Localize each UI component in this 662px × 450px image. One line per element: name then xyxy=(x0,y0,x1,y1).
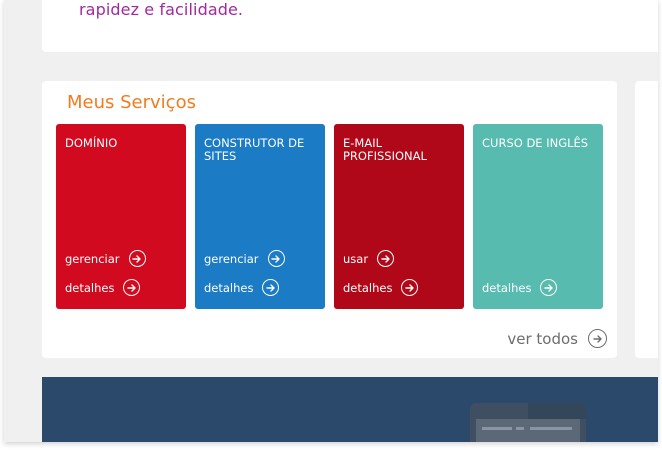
screen-line xyxy=(516,427,524,430)
details-link[interactable]: detalhes xyxy=(204,279,280,296)
arrow-right-circle-icon[interactable] xyxy=(540,279,558,296)
screen-line xyxy=(530,427,572,430)
see-all-link[interactable]: ver todos xyxy=(507,329,607,348)
arrow-right-circle-icon[interactable] xyxy=(267,250,285,267)
arrow-right-circle-icon[interactable] xyxy=(262,279,280,296)
intro-card: rapidez e facilidade. xyxy=(42,0,658,52)
service-tile-site-builder[interactable]: CONSTRUTOR DE SITES gerenciar detalhes xyxy=(195,124,325,309)
action-label: detalhes xyxy=(65,280,115,295)
action-label: detalhes xyxy=(482,280,532,295)
page-frame: rapidez e facilidade. Meus Serviços DOMÍ… xyxy=(4,0,658,442)
action-label: usar xyxy=(343,251,369,266)
manage-link[interactable]: gerenciar xyxy=(204,250,285,267)
laptop-illustration xyxy=(470,403,586,442)
details-link[interactable]: detalhes xyxy=(343,279,419,296)
manage-link[interactable]: gerenciar xyxy=(65,250,146,267)
services-title: Meus Serviços xyxy=(67,92,196,113)
service-tile-domain[interactable]: DOMÍNIO gerenciar detalhes xyxy=(56,124,186,309)
promo-banner xyxy=(42,377,658,442)
action-label: detalhes xyxy=(204,280,254,295)
arrow-right-circle-icon[interactable] xyxy=(123,279,141,296)
use-link[interactable]: usar xyxy=(343,250,395,267)
arrow-right-circle-icon[interactable] xyxy=(128,250,146,267)
details-link[interactable]: detalhes xyxy=(482,279,558,296)
arrow-right-circle-icon[interactable] xyxy=(401,279,419,296)
see-all-label: ver todos xyxy=(507,329,578,348)
tile-title: DOMÍNIO xyxy=(65,136,118,150)
details-link[interactable]: detalhes xyxy=(65,279,141,296)
service-tile-professional-email[interactable]: E-MAIL PROFISSIONAL usar detalhes xyxy=(334,124,464,309)
arrow-right-circle-icon[interactable] xyxy=(588,329,607,348)
service-tile-english-course[interactable]: CURSO DE INGLÊS detalhes xyxy=(473,124,603,309)
tile-title: CURSO DE INGLÊS xyxy=(482,136,589,150)
arrow-right-circle-icon[interactable] xyxy=(377,250,395,267)
services-panel: Meus Serviços DOMÍNIO gerenciar detalhes… xyxy=(42,81,617,358)
screen-line xyxy=(482,427,512,430)
side-panel xyxy=(635,81,658,358)
action-label: gerenciar xyxy=(204,251,259,266)
tile-title: CONSTRUTOR DE SITES xyxy=(204,136,305,163)
device-top xyxy=(528,403,586,419)
tile-title: E-MAIL PROFISSIONAL xyxy=(343,136,427,163)
action-label: detalhes xyxy=(343,280,393,295)
intro-text: rapidez e facilidade. xyxy=(79,0,244,19)
device-screen xyxy=(476,419,580,442)
action-label: gerenciar xyxy=(65,251,120,266)
